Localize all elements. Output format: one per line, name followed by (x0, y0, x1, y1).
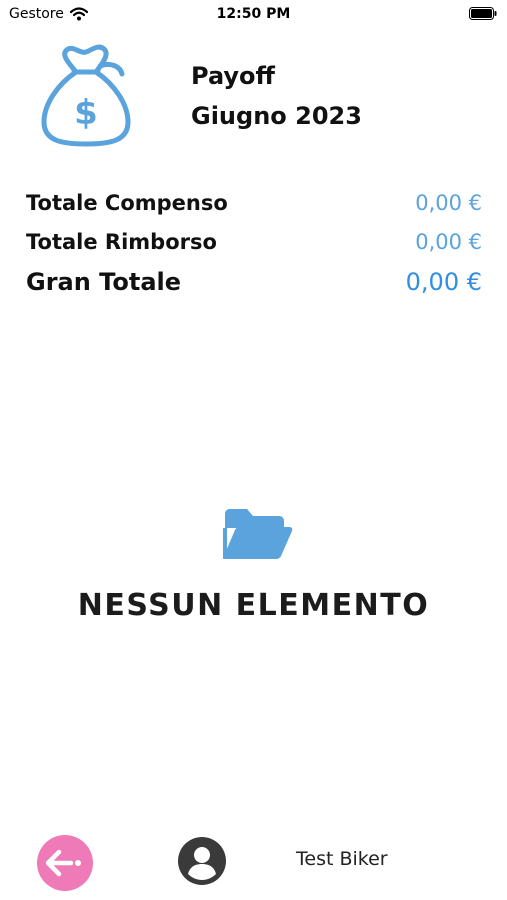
total-compenso-label: Totale Compenso (26, 191, 228, 215)
folder-icon (222, 509, 293, 559)
arrow-left-icon (45, 849, 81, 877)
total-rimborso-label: Totale Rimborso (26, 230, 217, 254)
gran-totale-label: Gran Totale (26, 268, 182, 296)
total-rimborso-value: 0,00 € (415, 230, 482, 254)
total-rimborso-row: Totale Rimborso 0,00 € (26, 226, 482, 258)
total-compenso-row: Totale Compenso 0,00 € (26, 187, 482, 219)
page-title: Payoff (191, 62, 275, 90)
status-time: 12:50 PM (216, 6, 291, 22)
back-button[interactable] (37, 835, 93, 891)
gran-totale-row: Gran Totale 0,00 € (26, 264, 482, 300)
battery-icon (469, 7, 497, 20)
status-bar: Gestore 12:50 PM (0, 0, 507, 28)
money-bag-icon: $ (41, 44, 131, 147)
gran-totale-value: 0,00 € (405, 268, 482, 296)
svg-text:$: $ (74, 93, 98, 133)
total-compenso-value: 0,00 € (415, 191, 482, 215)
period-label: Giugno 2023 (191, 102, 362, 130)
payoff-screen: Gestore 12:50 PM $ Payoff Giugno 2023 To… (0, 0, 507, 900)
user-name: Test Biker (296, 848, 388, 870)
empty-state-message: NESSUN ELEMENTO (77, 588, 430, 623)
user-avatar-icon[interactable] (177, 836, 227, 886)
